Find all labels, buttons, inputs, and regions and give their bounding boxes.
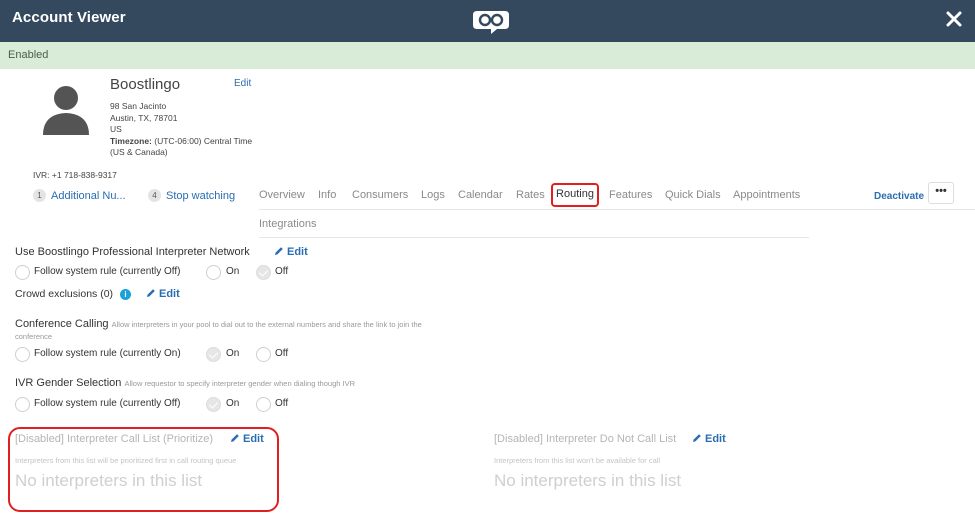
network-edit-link[interactable]: Edit [274,246,308,258]
tab-consumers[interactable]: Consumers [352,189,408,201]
address-line-2: Austin, TX, 78701 [110,112,178,123]
ivr-gender-title: IVR Gender Selection [15,377,122,389]
ivr-gender-on-label: On [226,398,240,409]
crowd-exclusions-label: Crowd exclusions (0) [15,288,114,300]
ivr-gender-title-row: IVR Gender Selection Allow requestor to … [15,377,355,389]
call-list-empty: No interpreters in this list [15,471,203,490]
address-line-1: 98 San Jacinto [110,101,167,111]
conference-follow-radio[interactable] [15,347,30,362]
tab-features[interactable]: Features [609,189,652,201]
call-list-edit-label: Edit [243,433,264,445]
tabs-divider [259,209,975,210]
stop-watching-link[interactable]: 4 Stop watching [148,189,235,202]
pencil-icon [275,247,283,255]
network-title: Use Boostlingo Professional Interpreter … [15,246,250,258]
tab-calendar[interactable]: Calendar [458,189,503,201]
ivr-gender-off-label: Off [275,398,289,409]
conference-title-row: Conference Calling Allow interpreters in… [15,318,422,330]
call-list-title: [Disabled] Interpreter Call List (Priori… [15,433,214,445]
network-off-label: Off [275,266,289,277]
dnc-list-edit-label: Edit [705,433,726,445]
conference-on-radio[interactable] [206,347,221,362]
account-name: Boostlingo [110,76,181,93]
ivr-gender-off-radio[interactable] [256,397,271,412]
account-address: 98 San Jacinto Austin, TX, 78701 US Time… [110,101,270,159]
additional-label: Additional Nu... [51,190,126,202]
ivr-gender-desc: Allow requestor to specify interpreter g… [124,379,356,388]
tab-quick-dials[interactable]: Quick Dials [665,189,721,201]
tab-routing[interactable]: Routing [551,183,599,207]
timezone-value: (UTC-06:00) Central Time [154,135,253,146]
tabs-divider-2 [259,237,809,238]
status-banner: Enabled [0,42,975,69]
pencil-icon [231,434,239,442]
crowd-edit-label: Edit [159,288,180,300]
user-avatar-icon [43,86,89,135]
boostlingo-logo-icon [473,11,509,34]
more-options-button[interactable]: ••• [928,182,954,204]
deactivate-button[interactable]: Deactivate [874,191,924,202]
conference-desc-2: conference [15,332,53,341]
tab-appointments[interactable]: Appointments [733,189,800,201]
conference-follow-label: Follow system rule (currently On) [34,348,181,359]
stop-count-badge: 4 [148,189,161,202]
tab-logs[interactable]: Logs [421,189,445,201]
pencil-icon [693,434,701,442]
call-list-desc: Interpreters from this list will be prio… [15,456,237,465]
network-edit-label: Edit [287,246,308,258]
tab-integrations[interactable]: Integrations [259,218,316,230]
timezone-label: Timezone: [110,135,152,146]
ivr-gender-on-radio[interactable] [206,397,221,412]
tab-overview[interactable]: Overview [259,189,305,201]
network-on-radio[interactable] [206,265,221,280]
dnc-list-title: [Disabled] Interpreter Do Not Call List [494,433,677,445]
conference-on-label: On [226,348,240,359]
pencil-icon [147,289,155,297]
ivr-gender-follow-radio[interactable] [15,397,30,412]
app-header: Account Viewer [0,0,975,42]
account-edit-link[interactable]: Edit [234,78,251,89]
conference-off-radio[interactable] [256,347,271,362]
call-list-edit-link[interactable]: Edit [230,433,264,445]
conference-off-label: Off [275,348,289,359]
network-on-label: On [226,266,240,277]
dnc-list-desc: Interpreters from this list won't be ava… [494,456,661,465]
conference-desc: Allow interpreters in your pool to dial … [111,320,422,329]
window-title: Account Viewer [12,9,126,26]
additional-count-badge: 1 [33,189,46,202]
tab-rates[interactable]: Rates [516,189,545,201]
stop-label: Stop watching [166,190,236,202]
tab-info[interactable]: Info [318,189,336,201]
network-follow-label: Follow system rule (currently Off) [34,266,181,277]
timezone: Timezone: (UTC-06:00) Central Time [110,136,270,148]
crowd-edit-link[interactable]: Edit [146,288,180,300]
additional-numbers-link[interactable]: 1 Additional Nu... [33,189,126,202]
ivr-gender-follow-label: Follow system rule (currently Off) [34,398,181,409]
network-off-radio[interactable] [256,265,271,280]
status-text: Enabled [8,49,49,61]
conference-title: Conference Calling [15,318,109,330]
ivr-number: IVR: +1 718-838-9317 [33,170,117,180]
close-icon[interactable] [941,6,967,32]
timezone-value-2: (US & Canada) [110,147,168,157]
dnc-list-edit-link[interactable]: Edit [692,433,726,445]
dnc-list-empty: No interpreters in this list [494,471,682,490]
info-icon[interactable]: i [120,289,131,300]
network-follow-radio[interactable] [15,265,30,280]
address-line-3: US [110,124,122,134]
